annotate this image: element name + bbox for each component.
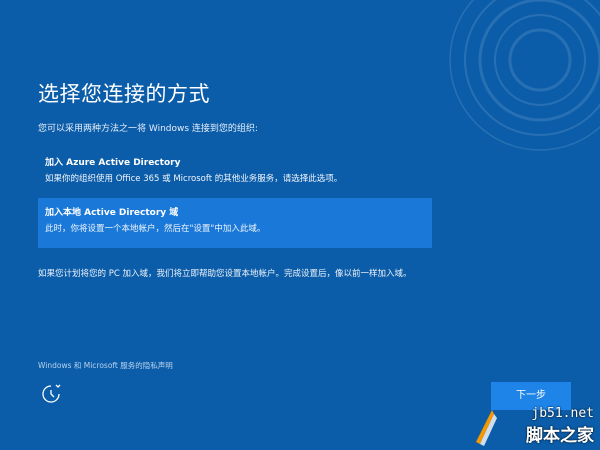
domain-join-note: 如果您计划将您的 PC 加入域，我们将立即帮助您设置本地帐户。完成设置后，像以前… bbox=[38, 269, 412, 279]
watermark-name: 脚本之家 bbox=[526, 426, 594, 446]
watermark: jb51.net 脚本之家 bbox=[526, 406, 594, 446]
option-azure-ad-description: 如果你的组织使用 Office 365 或 Microsoft 的其他业务服务，… bbox=[45, 174, 343, 184]
background-swirl bbox=[449, 0, 600, 151]
page-title: 选择您连接的方式 bbox=[38, 82, 210, 106]
option-azure-ad-title: 加入 Azure Active Directory bbox=[45, 158, 181, 168]
watermark-logo bbox=[476, 410, 497, 446]
option-azure-ad[interactable]: 加入 Azure Active Directory 如果你的组织使用 Offic… bbox=[38, 148, 432, 188]
watermark-site: jb51.net bbox=[531, 406, 594, 421]
option-local-domain[interactable]: 加入本地 Active Directory 域 此时，你将设置一个本地帐户，然后… bbox=[38, 198, 432, 248]
option-local-domain-title: 加入本地 Active Directory 域 bbox=[45, 208, 179, 218]
option-local-domain-description: 此时，你将设置一个本地帐户，然后在"设置"中加入此域。 bbox=[45, 224, 266, 234]
privacy-statement-link[interactable]: Windows 和 Microsoft 服务的隐私声明 bbox=[38, 360, 173, 371]
page-subtitle: 您可以采用两种方法之一将 Windows 连接到您的组织: bbox=[38, 124, 258, 134]
ease-of-access-icon[interactable] bbox=[40, 383, 62, 405]
